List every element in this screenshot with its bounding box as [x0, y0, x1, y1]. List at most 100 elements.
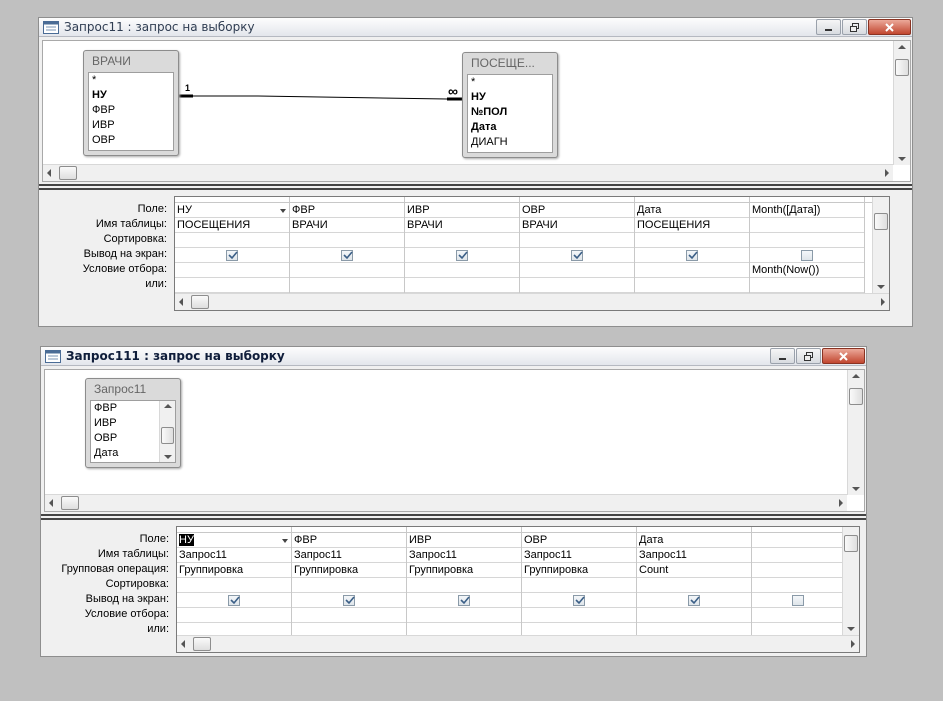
table-cell[interactable]: Запрос11 — [522, 548, 636, 563]
show-cell[interactable] — [175, 248, 289, 263]
field-cell[interactable]: ИВР — [405, 203, 519, 218]
show-checkbox[interactable] — [801, 250, 813, 261]
group-cell[interactable]: Группировка — [407, 563, 521, 578]
field-cell[interactable]: ФВР — [292, 533, 406, 548]
scroll-up-arrow[interactable] — [164, 404, 172, 408]
field-list-scrollbar[interactable] — [159, 401, 175, 462]
group-cell[interactable] — [752, 563, 844, 578]
scroll-down-arrow[interactable] — [852, 487, 860, 491]
scroll-right-arrow[interactable] — [885, 169, 889, 177]
show-cell[interactable] — [752, 593, 844, 608]
grid-column[interactable]: ФВР Запрос11 Группировка — [292, 527, 407, 652]
show-checkbox[interactable] — [228, 595, 240, 606]
scroll-right-arrow[interactable] — [839, 499, 843, 507]
field-cell[interactable]: ИВР — [407, 533, 521, 548]
table-pane[interactable]: 1 ∞ ВРАЧИ * НУ ФВР ИВР ОВР ПОСЕЩЕ... * Н… — [42, 40, 911, 182]
grid-column[interactable]: Дата Запрос11 Count — [637, 527, 752, 652]
field-item[interactable]: Дата — [471, 120, 552, 135]
dropdown-arrow-icon[interactable] — [282, 539, 288, 543]
table-title[interactable]: ВРАЧИ — [84, 51, 178, 71]
dropdown-arrow-icon[interactable] — [280, 209, 286, 213]
criteria-cell[interactable] — [635, 263, 749, 278]
table-cell[interactable]: ПОСЕЩЕНИЯ — [175, 218, 289, 233]
pane-splitter[interactable] — [41, 514, 866, 520]
show-cell[interactable] — [405, 248, 519, 263]
vertical-scrollbar[interactable] — [847, 370, 864, 495]
field-item[interactable]: ИВР — [92, 118, 173, 133]
sort-cell[interactable] — [520, 233, 634, 248]
vertical-scrollbar[interactable] — [842, 527, 859, 635]
restore-button[interactable] — [796, 348, 821, 364]
scroll-down-arrow[interactable] — [164, 455, 172, 459]
show-cell[interactable] — [520, 248, 634, 263]
or-cell[interactable] — [175, 278, 289, 293]
scroll-thumb[interactable] — [895, 59, 909, 76]
field-item[interactable]: Дата — [94, 446, 159, 461]
show-checkbox[interactable] — [571, 250, 583, 261]
table-cell[interactable]: ВРАЧИ — [405, 218, 519, 233]
scroll-up-arrow[interactable] — [852, 374, 860, 378]
field-item[interactable]: ФВР — [94, 401, 159, 416]
horizontal-scrollbar[interactable] — [175, 293, 889, 310]
or-cell[interactable] — [750, 278, 864, 293]
table-cell[interactable]: ПОСЕЩЕНИЯ — [635, 218, 749, 233]
scroll-down-arrow[interactable] — [847, 627, 855, 631]
field-cell[interactable]: ОВР — [522, 533, 636, 548]
show-checkbox[interactable] — [688, 595, 700, 606]
field-item[interactable]: ФВР — [92, 103, 173, 118]
scroll-thumb[interactable] — [844, 535, 858, 552]
field-item[interactable]: * — [92, 73, 173, 88]
sort-cell[interactable] — [177, 578, 291, 593]
show-checkbox[interactable] — [573, 595, 585, 606]
show-cell[interactable] — [292, 593, 406, 608]
field-cell[interactable]: Month([Дата]) — [750, 203, 864, 218]
table-title[interactable]: Запрос11 — [86, 379, 180, 399]
sort-cell[interactable] — [637, 578, 751, 593]
horizontal-scrollbar[interactable] — [45, 494, 847, 511]
title-bar[interactable]: Запрос111 : запрос на выборку — [41, 347, 866, 366]
show-cell[interactable] — [635, 248, 749, 263]
horizontal-scrollbar[interactable] — [177, 635, 859, 652]
show-checkbox[interactable] — [458, 595, 470, 606]
sort-cell[interactable] — [635, 233, 749, 248]
table-cell[interactable]: Запрос11 — [292, 548, 406, 563]
table-cell[interactable]: Запрос11 — [637, 548, 751, 563]
query-design-grid[interactable]: НУ Запрос11 Группировка ФВР Запрос11 Гру… — [176, 526, 860, 653]
or-cell[interactable] — [635, 278, 749, 293]
query-design-grid[interactable]: НУ ПОСЕЩЕНИЯ ФВР ВРАЧИ ИВР ВРАЧИ ОВР ВРА… — [174, 196, 890, 311]
scroll-right-arrow[interactable] — [851, 640, 855, 648]
grid-column[interactable] — [752, 527, 844, 652]
field-item[interactable]: ИВР — [94, 416, 159, 431]
query-window-1[interactable]: Запрос11 : запрос на выборку 1 ∞ ВРАЧИ *… — [38, 17, 913, 327]
field-item[interactable]: ДИАГН — [471, 135, 552, 150]
table-box-poseshcheniya[interactable]: ПОСЕЩЕ... * НУ №ПОЛ Дата ДИАГН — [462, 52, 558, 158]
grid-column[interactable]: НУ Запрос11 Группировка — [177, 527, 292, 652]
criteria-cell[interactable] — [752, 608, 844, 623]
table-cell[interactable] — [750, 218, 864, 233]
criteria-cell[interactable] — [175, 263, 289, 278]
field-list[interactable]: ФВР ИВР ОВР Дата — [90, 400, 176, 463]
group-cell[interactable]: Группировка — [522, 563, 636, 578]
criteria-cell[interactable] — [405, 263, 519, 278]
scroll-thumb[interactable] — [874, 213, 888, 230]
show-cell[interactable] — [637, 593, 751, 608]
show-cell[interactable] — [290, 248, 404, 263]
sort-cell[interactable] — [290, 233, 404, 248]
vertical-scrollbar[interactable] — [893, 41, 910, 165]
scroll-right-arrow[interactable] — [881, 298, 885, 306]
restore-button[interactable] — [842, 19, 867, 35]
field-cell[interactable]: ОВР — [520, 203, 634, 218]
title-bar[interactable]: Запрос11 : запрос на выборку — [39, 18, 912, 37]
scroll-thumb[interactable] — [849, 388, 863, 405]
table-box-vrachi[interactable]: ВРАЧИ * НУ ФВР ИВР ОВР — [83, 50, 179, 156]
field-cell[interactable]: Дата — [637, 533, 751, 548]
field-item[interactable]: ОВР — [94, 431, 159, 446]
close-button[interactable] — [822, 348, 865, 364]
sort-cell[interactable] — [292, 578, 406, 593]
show-checkbox[interactable] — [792, 595, 804, 606]
grid-column[interactable]: ОВР Запрос11 Группировка — [522, 527, 637, 652]
show-cell[interactable] — [177, 593, 291, 608]
field-item[interactable]: * — [471, 75, 552, 90]
show-checkbox[interactable] — [226, 250, 238, 261]
scroll-left-arrow[interactable] — [49, 499, 53, 507]
